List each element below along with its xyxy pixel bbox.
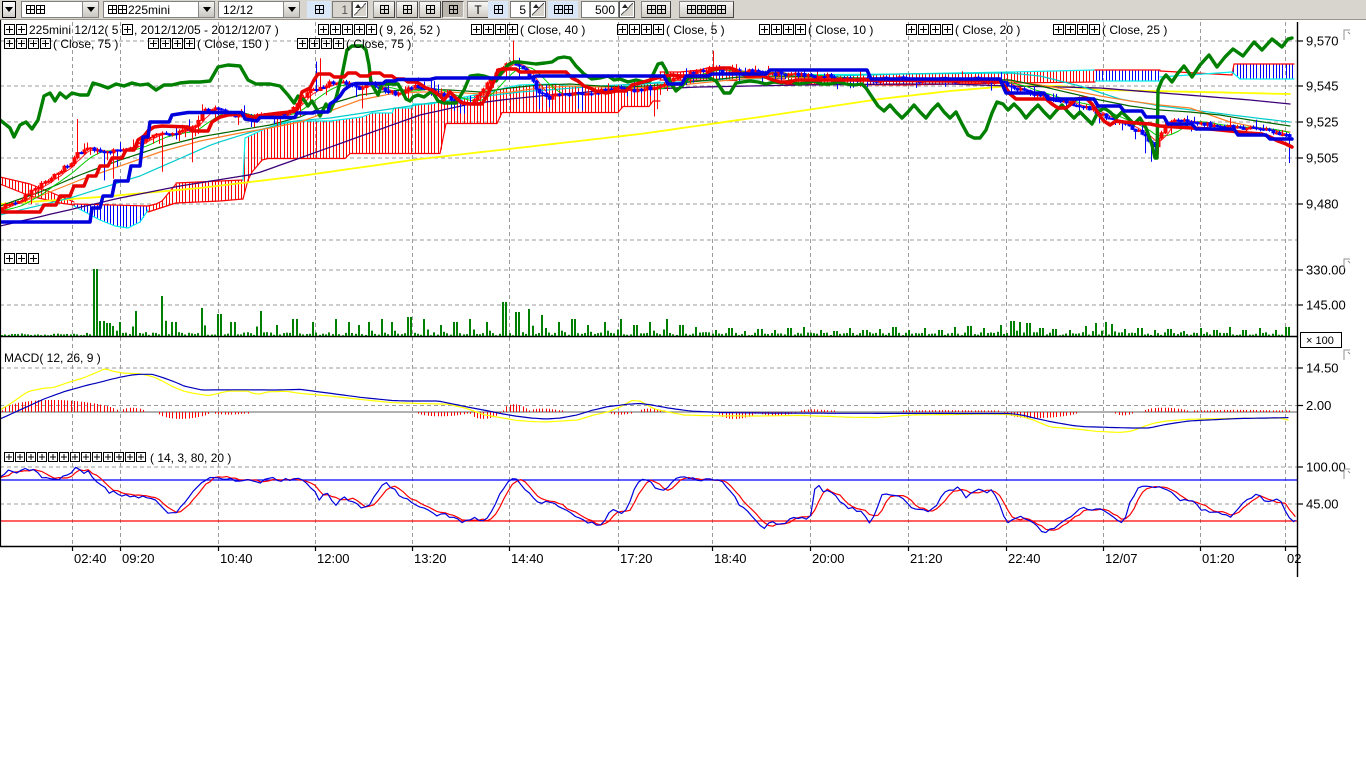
svg-text:2.00: 2.00 — [1306, 398, 1331, 413]
svg-text:9,505: 9,505 — [1306, 151, 1339, 166]
svg-text:( Close, 40 ): ( Close, 40 ) — [520, 23, 585, 37]
svg-text:09:20: 09:20 — [122, 551, 155, 566]
svg-text:( Close, 20 ): ( Close, 20 ) — [955, 23, 1020, 37]
svg-text:9,480: 9,480 — [1306, 197, 1339, 212]
svg-text:330.00: 330.00 — [1306, 263, 1346, 278]
svg-text:13:20: 13:20 — [414, 551, 447, 566]
svg-text:MACD( 12, 26, 9 ): MACD( 12, 26, 9 ) — [4, 351, 101, 365]
svg-text:( Close, 75 ): ( Close, 75 ) — [53, 37, 118, 51]
svg-text:12:00: 12:00 — [317, 551, 350, 566]
svg-text:, 2012/12/05 - 2012/12/07 ): , 2012/12/05 - 2012/12/07 ) — [134, 23, 279, 37]
svg-text:14.50: 14.50 — [1306, 361, 1339, 376]
svg-text:( Close, 10 ): ( Close, 10 ) — [808, 23, 873, 37]
svg-text:( Close, 5 ): ( Close, 5 ) — [666, 23, 725, 37]
svg-text:9,545: 9,545 — [1306, 79, 1339, 94]
svg-text:( Close, 75 ): ( Close, 75 ) — [346, 37, 411, 51]
svg-text:( Close, 25 ): ( Close, 25 ) — [1102, 23, 1167, 37]
svg-text:( Close, 150 ): ( Close, 150 ) — [197, 37, 269, 51]
svg-text:( 9, 26, 52 ): ( 9, 26, 52 ) — [379, 23, 440, 37]
svg-text:( 14, 3, 80, 20 ): ( 14, 3, 80, 20 ) — [150, 451, 231, 465]
svg-text:9,525: 9,525 — [1306, 115, 1339, 130]
svg-text:9,570: 9,570 — [1306, 34, 1339, 49]
svg-text:02:40: 02:40 — [74, 551, 107, 566]
svg-text:225mini 12/12( 5: 225mini 12/12( 5 — [29, 23, 119, 37]
svg-text:12/07: 12/07 — [1105, 551, 1138, 566]
svg-text:× 100: × 100 — [1306, 335, 1334, 347]
svg-text:02: 02 — [1287, 551, 1301, 566]
svg-text:14:40: 14:40 — [511, 551, 544, 566]
svg-text:20:00: 20:00 — [812, 551, 845, 566]
svg-text:145.00: 145.00 — [1306, 298, 1346, 313]
svg-text:18:40: 18:40 — [714, 551, 747, 566]
svg-text:10:40: 10:40 — [220, 551, 253, 566]
svg-text:100.00: 100.00 — [1306, 460, 1346, 475]
svg-text:01:20: 01:20 — [1202, 551, 1235, 566]
svg-text:21:20: 21:20 — [910, 551, 943, 566]
svg-text:22:40: 22:40 — [1008, 551, 1041, 566]
svg-text:17:20: 17:20 — [620, 551, 653, 566]
svg-text:45.00: 45.00 — [1306, 497, 1339, 512]
